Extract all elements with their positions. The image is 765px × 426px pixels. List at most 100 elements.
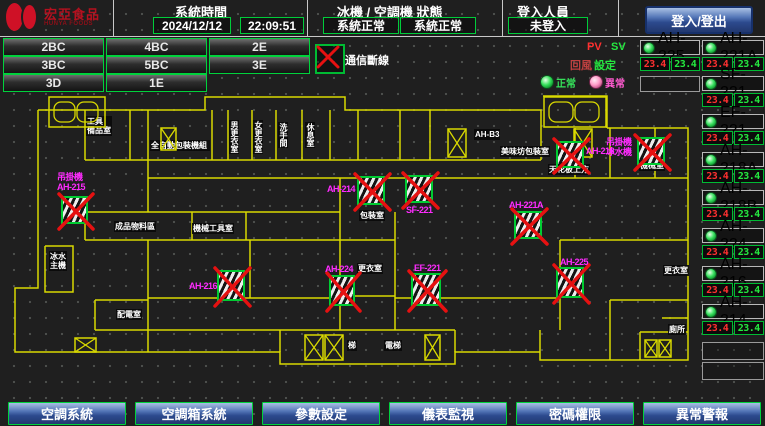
room-label: 全自動包裝機組 xyxy=(150,140,210,151)
red-x-icon xyxy=(326,272,362,313)
red-x-icon xyxy=(553,264,591,305)
equipment-item-ah-221a[interactable]: AH-221A xyxy=(702,40,764,55)
marker-label-hang-ch: 吊掛機 冰水機 xyxy=(606,137,632,157)
room-label: 廁所 xyxy=(668,324,686,335)
abnormal-led-icon xyxy=(589,75,603,89)
bottom-nav-button-1[interactable]: 空調箱系統 xyxy=(135,402,253,425)
room-label: 電梯 xyxy=(384,340,402,351)
marker-label-ah-214: AH-214 xyxy=(327,184,355,194)
stair-icon xyxy=(48,96,106,133)
marker-label-ah-225: AH-225 xyxy=(560,257,588,267)
offline-marker-ah-215[interactable] xyxy=(61,196,88,224)
bottom-nav-button-5[interactable]: 異常警報 xyxy=(643,402,761,425)
room-label: 機械工具室 xyxy=(192,223,234,234)
room-label: 洗手間 xyxy=(278,122,288,148)
setpoint-legend-right: 設定 xyxy=(594,57,616,73)
header-divider xyxy=(618,0,619,36)
room-label: 梯 xyxy=(347,340,357,351)
setpoint-legend-left: 回風 xyxy=(570,57,592,73)
hmi-screen: 宏亞食品 HUNYA FOODS 系統時間 2024/12/12 22:09:5… xyxy=(0,0,765,426)
sv-value: 23.4 xyxy=(671,57,701,71)
time-display: 22:09:51 xyxy=(240,17,304,34)
marker-label-ah-221a: AH-221A xyxy=(509,200,543,210)
header-bottom-line xyxy=(0,36,765,37)
chiller-status: 系統正常 xyxy=(323,17,399,34)
status-led-icon xyxy=(705,268,717,280)
status-led-icon xyxy=(705,78,717,90)
equipment-slot-empty xyxy=(702,362,764,380)
header-divider xyxy=(502,0,503,36)
logo-text-en: HUNYA FOODS xyxy=(44,21,100,27)
marker-label-ah-224: AH-224 xyxy=(325,264,353,274)
floor-button-3bc[interactable]: 3BC xyxy=(3,56,104,74)
equipment-slot-empty xyxy=(702,342,764,360)
equipment-item-ah-214[interactable]: AH-214 xyxy=(702,304,764,319)
bottom-nav-button-3[interactable]: 儀表監視 xyxy=(389,402,507,425)
offline-marker-ef-221[interactable] xyxy=(411,273,441,306)
offline-marker-ah-224[interactable] xyxy=(329,275,355,306)
red-x-icon xyxy=(553,138,591,175)
offline-marker-ah-216[interactable] xyxy=(217,270,245,301)
red-x-icon xyxy=(214,267,252,308)
status-led-icon xyxy=(705,306,717,318)
room-label: 配電室 xyxy=(116,309,142,320)
offline-marker-hang-ch[interactable] xyxy=(637,137,665,165)
floor-button-3d[interactable]: 3D xyxy=(3,74,104,92)
offline-marker-ah-218[interactable] xyxy=(556,141,584,168)
status-led-icon xyxy=(705,192,717,204)
elevator-icon xyxy=(658,339,672,363)
status-led-icon xyxy=(705,42,717,54)
equipment-item-ah-225[interactable]: AH-225 xyxy=(640,40,700,55)
red-x-icon xyxy=(511,208,549,246)
floor-button-1e[interactable]: 1E xyxy=(106,74,207,92)
equipment-item-ah-218b[interactable]: AH-218B xyxy=(702,190,764,205)
stair-icon xyxy=(543,96,607,133)
elevator-icon xyxy=(74,337,97,358)
offline-marker-ah-221a[interactable] xyxy=(514,211,542,239)
bottom-nav-button-2[interactable]: 參數設定 xyxy=(262,402,380,425)
comm-loss-label: 通信斷線 xyxy=(345,52,389,68)
floor-button-2bc[interactable]: 2BC xyxy=(3,38,104,56)
equipment-item-ah-224[interactable]: AH-224 xyxy=(702,228,764,243)
equipment-item-ah-216[interactable]: AH-216 xyxy=(702,266,764,281)
room-label: 男更衣室 xyxy=(229,120,239,154)
elevator-icon xyxy=(160,127,177,156)
floor-button-2e[interactable]: 2E xyxy=(209,38,310,56)
equipment-values: 23.423.4 xyxy=(702,321,764,335)
floor-button-5bc[interactable]: 5BC xyxy=(106,56,207,74)
equipment-item-ah-218a[interactable]: AH-218A xyxy=(702,152,764,167)
pv-value: 23.4 xyxy=(640,57,670,71)
header-divider xyxy=(113,0,114,36)
sv-legend-label: SV xyxy=(611,41,626,53)
offline-marker-sf-221[interactable] xyxy=(405,175,433,203)
red-x-icon xyxy=(408,270,448,313)
room-label: 冰水 主機 xyxy=(49,251,67,271)
status-led-icon xyxy=(705,230,717,242)
floor-button-4bc[interactable]: 4BC xyxy=(106,38,207,56)
offline-marker-ah-225[interactable] xyxy=(556,267,584,298)
bottom-nav-button-4[interactable]: 密碼權限 xyxy=(516,402,634,425)
header-divider xyxy=(307,0,308,36)
marker-label-ef-221: EF-221 xyxy=(414,263,441,273)
elevator-icon xyxy=(644,339,658,363)
logo-icon xyxy=(6,2,40,32)
equipment-item-ef-221[interactable]: EF-221 xyxy=(702,114,764,129)
room-label: 更衣室 xyxy=(663,265,689,276)
pv-legend-label: PV xyxy=(587,41,602,53)
marker-label-ah-216: AH-216 xyxy=(189,281,217,291)
elevator-icon xyxy=(324,334,344,366)
room-label: 美味坊包裝室 xyxy=(500,146,550,157)
equipment-item-sf-221[interactable]: SF-221 xyxy=(702,76,764,91)
room-label: 成品物料區 xyxy=(114,221,156,232)
login-status: 未登入 xyxy=(508,17,588,34)
red-x-icon xyxy=(58,193,95,231)
company-logo: 宏亞食品 HUNYA FOODS xyxy=(6,2,100,32)
bottom-nav-button-0[interactable]: 空調系統 xyxy=(8,402,126,425)
sv-value: 23.4 xyxy=(734,321,765,335)
offline-marker-ah-214[interactable] xyxy=(357,176,385,205)
status-led-icon xyxy=(705,116,717,128)
floor-button-3e[interactable]: 3E xyxy=(209,56,310,74)
pv-value: 23.4 xyxy=(702,321,733,335)
date-display: 2024/12/12 xyxy=(153,17,231,34)
red-x-icon xyxy=(634,134,672,172)
